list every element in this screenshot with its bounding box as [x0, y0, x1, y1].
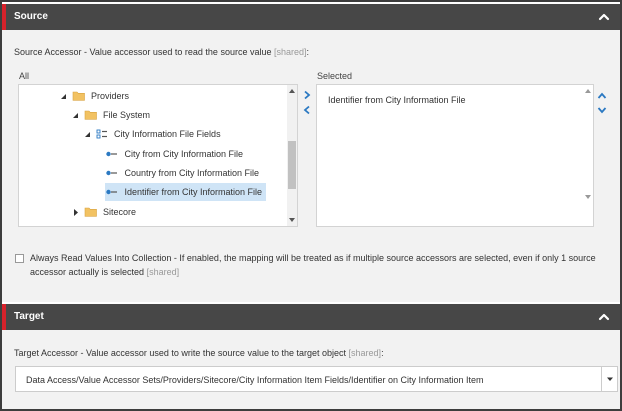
remove-from-selected-chevron-left-icon[interactable] — [302, 105, 312, 115]
target-shared-tag: [shared] — [348, 348, 382, 358]
selected-list[interactable]: Identifier from City Information File — [316, 84, 594, 227]
tree-item-label: City from City Information File — [124, 149, 244, 159]
source-accessor-label-text: Source Accessor - Value accessor used to… — [14, 47, 272, 57]
folder-icon — [84, 106, 101, 124]
all-column-label: All — [19, 71, 30, 81]
dropdown-arrow-icon[interactable] — [601, 367, 617, 391]
expanded-triangle-icon[interactable] — [59, 87, 69, 105]
source-section-header[interactable]: Source — [2, 4, 620, 30]
fields-icon — [96, 125, 112, 143]
field-item-icon — [105, 164, 122, 182]
target-section-header[interactable]: Target — [2, 304, 620, 330]
always-read-values-text: Always Read Values Into Collection - If … — [30, 253, 596, 277]
field-item-icon — [105, 145, 122, 163]
mapping-editor: Source Source Accessor - Value accessor … — [0, 0, 622, 411]
folder-icon — [72, 87, 89, 105]
tree-item-country-from-file[interactable]: Country from City Information File — [105, 164, 259, 182]
tree-item-city-information-file-fields[interactable]: City Information File Fields — [83, 125, 221, 143]
tree-item-sitecore[interactable]: Sitecore — [71, 203, 136, 221]
target-accessor-select[interactable]: Data Access/Value Accessor Sets/Provider… — [15, 366, 618, 392]
scroll-up-arrow-icon[interactable] — [584, 87, 592, 95]
tree-item-label: Identifier from City Information File — [124, 187, 263, 197]
tree-item-providers[interactable]: Providers — [59, 87, 129, 105]
tree-item-city-from-file[interactable]: City from City Information File — [105, 145, 243, 163]
always-read-values-label: Always Read Values Into Collection - If … — [30, 251, 620, 279]
tree-item-label: Sitecore — [103, 207, 137, 217]
source-shared-tag: [shared] — [274, 47, 307, 57]
tree-scrollbar[interactable] — [287, 85, 297, 226]
checkbox-shared-tag: [shared] — [146, 267, 180, 277]
scroll-down-arrow-icon[interactable] — [584, 193, 592, 201]
expanded-triangle-icon[interactable] — [71, 106, 81, 124]
source-tree[interactable]: Providers File System City Information F… — [18, 84, 298, 227]
always-read-values-checkbox[interactable] — [15, 254, 24, 263]
add-to-selected-chevron-right-icon[interactable] — [302, 90, 312, 100]
selected-item-identifier[interactable]: Identifier from City Information File — [328, 95, 466, 105]
move-up-chevron-up-icon[interactable] — [597, 91, 607, 101]
collapsed-triangle-icon[interactable] — [71, 203, 81, 221]
collapse-source-chevron-up-icon[interactable] — [597, 10, 611, 24]
scroll-down-arrow-icon[interactable] — [288, 216, 296, 224]
expanded-triangle-icon[interactable] — [83, 125, 93, 143]
tree-item-label: Country from City Information File — [124, 168, 260, 178]
folder-icon — [84, 203, 101, 221]
move-down-chevron-down-icon[interactable] — [597, 105, 607, 115]
scroll-up-arrow-icon[interactable] — [288, 87, 296, 95]
field-item-icon — [105, 183, 122, 201]
tree-scroll-thumb[interactable] — [288, 141, 296, 189]
tree-item-label: Providers — [91, 91, 130, 101]
tree-item-identifier-from-file[interactable]: Identifier from City Information File — [105, 183, 267, 201]
source-section-title: Source — [14, 11, 48, 22]
selected-column-label: Selected — [317, 71, 353, 81]
source-accessor-label: Source Accessor - Value accessor used to… — [14, 47, 310, 57]
target-section-title: Target — [14, 311, 44, 322]
target-accessor-select-value: Data Access/Value Accessor Sets/Provider… — [26, 375, 484, 385]
collapse-target-chevron-up-icon[interactable] — [597, 310, 611, 324]
tree-item-label: File System — [103, 110, 151, 120]
target-accessor-label-text: Target Accessor - Value accessor used to… — [14, 348, 347, 358]
tree-item-label: City Information File Fields — [114, 129, 221, 139]
selected-scrollbar[interactable] — [583, 85, 593, 226]
tree-item-file-system[interactable]: File System — [71, 106, 150, 124]
target-accessor-label: Target Accessor - Value accessor used to… — [14, 348, 384, 358]
